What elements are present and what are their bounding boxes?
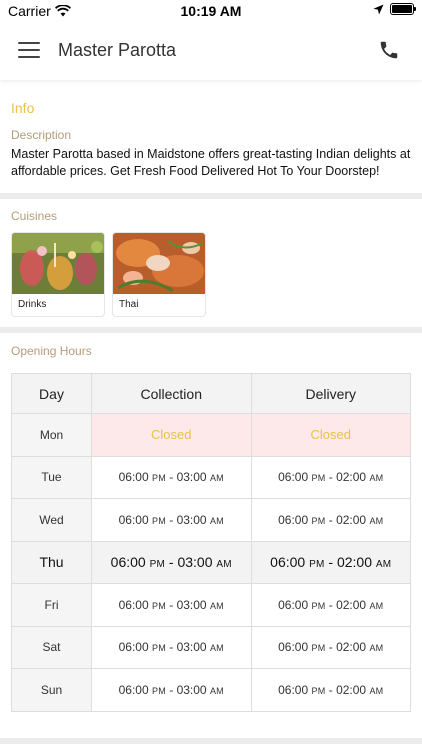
location-arrow-icon (373, 4, 384, 14)
collection-closed: Closed (91, 413, 252, 457)
delivery-hours: 06:00 PM - 02:00 AM (250, 583, 411, 627)
description-label: Description (11, 128, 72, 142)
collection-hours: 06:00 PM - 03:00 AM (91, 583, 252, 627)
table-row: Fri 06:00 PM - 03:00 AM 06:00 PM - 02:00… (11, 583, 411, 627)
cuisines-heading: Cuisines (11, 209, 58, 223)
delivery-hours: 06:00 PM - 02:00 AM (250, 625, 411, 669)
section-divider (0, 327, 422, 333)
table-header-row: Day Collection Delivery (11, 373, 411, 414)
table-row: Wed 06:00 PM - 03:00 AM 06:00 PM - 02:00… (11, 498, 411, 542)
cuisine-label: Drinks (18, 299, 47, 310)
delivery-hours: 06:00 PM - 02:00 AM (250, 498, 411, 542)
column-header-collection: Collection (91, 373, 252, 414)
day-cell: Mon (11, 413, 92, 457)
day-cell: Thu (11, 540, 92, 584)
status-bar: Carrier 10:19 AM (0, 0, 422, 22)
collection-hours: 06:00 PM - 03:00 AM (91, 668, 252, 712)
day-cell: Sun (11, 668, 92, 712)
section-divider (0, 738, 422, 744)
phone-icon[interactable] (378, 39, 400, 61)
info-heading: Info (11, 100, 35, 116)
clock: 10:19 AM (180, 3, 242, 19)
table-row-today: Thu 06:00 PM - 03:00 AM 06:00 PM - 02:00… (11, 540, 411, 584)
status-icons (373, 3, 416, 15)
section-divider (0, 193, 422, 199)
cuisine-label: Thai (119, 299, 139, 310)
collection-hours: 06:00 PM - 03:00 AM (91, 540, 252, 584)
day-cell: Wed (11, 498, 92, 542)
page-title: Master Parotta (58, 40, 177, 60)
delivery-hours: 06:00 PM - 02:00 AM (250, 668, 411, 712)
table-row: Sun 06:00 PM - 03:00 AM 06:00 PM - 02:00… (11, 668, 411, 712)
day-cell: Fri (11, 583, 92, 627)
thai-image (113, 233, 205, 294)
column-header-delivery: Delivery (250, 373, 411, 414)
table-row: Sat 06:00 PM - 03:00 AM 06:00 PM - 02:00… (11, 625, 411, 669)
opening-hours-table: Day Collection Delivery Mon Closed Close… (11, 373, 411, 712)
description-text: Master Parotta based in Maidstone offers… (11, 147, 411, 178)
cuisine-card-drinks[interactable]: Drinks (11, 232, 105, 317)
drinks-image (12, 233, 104, 294)
opening-hours-heading: Opening Hours (11, 344, 92, 358)
table-row: Mon Closed Closed (11, 413, 411, 457)
collection-hours: 06:00 PM - 03:00 AM (91, 625, 252, 669)
hamburger-menu-icon[interactable] (18, 42, 40, 58)
delivery-hours: 06:00 PM - 02:00 AM (250, 455, 411, 499)
collection-hours: 06:00 PM - 03:00 AM (91, 455, 252, 499)
delivery-closed: Closed (250, 413, 411, 457)
day-cell: Sat (11, 625, 92, 669)
day-cell: Tue (11, 455, 92, 499)
delivery-hours: 06:00 PM - 02:00 AM (250, 540, 411, 584)
table-row: Tue 06:00 PM - 03:00 AM 06:00 PM - 02:00… (11, 455, 411, 499)
app-header: Master Parotta (0, 22, 422, 80)
cuisine-card-thai[interactable]: Thai (112, 232, 206, 317)
column-header-day: Day (11, 373, 92, 414)
collection-hours: 06:00 PM - 03:00 AM (91, 498, 252, 542)
battery-icon (390, 3, 416, 15)
